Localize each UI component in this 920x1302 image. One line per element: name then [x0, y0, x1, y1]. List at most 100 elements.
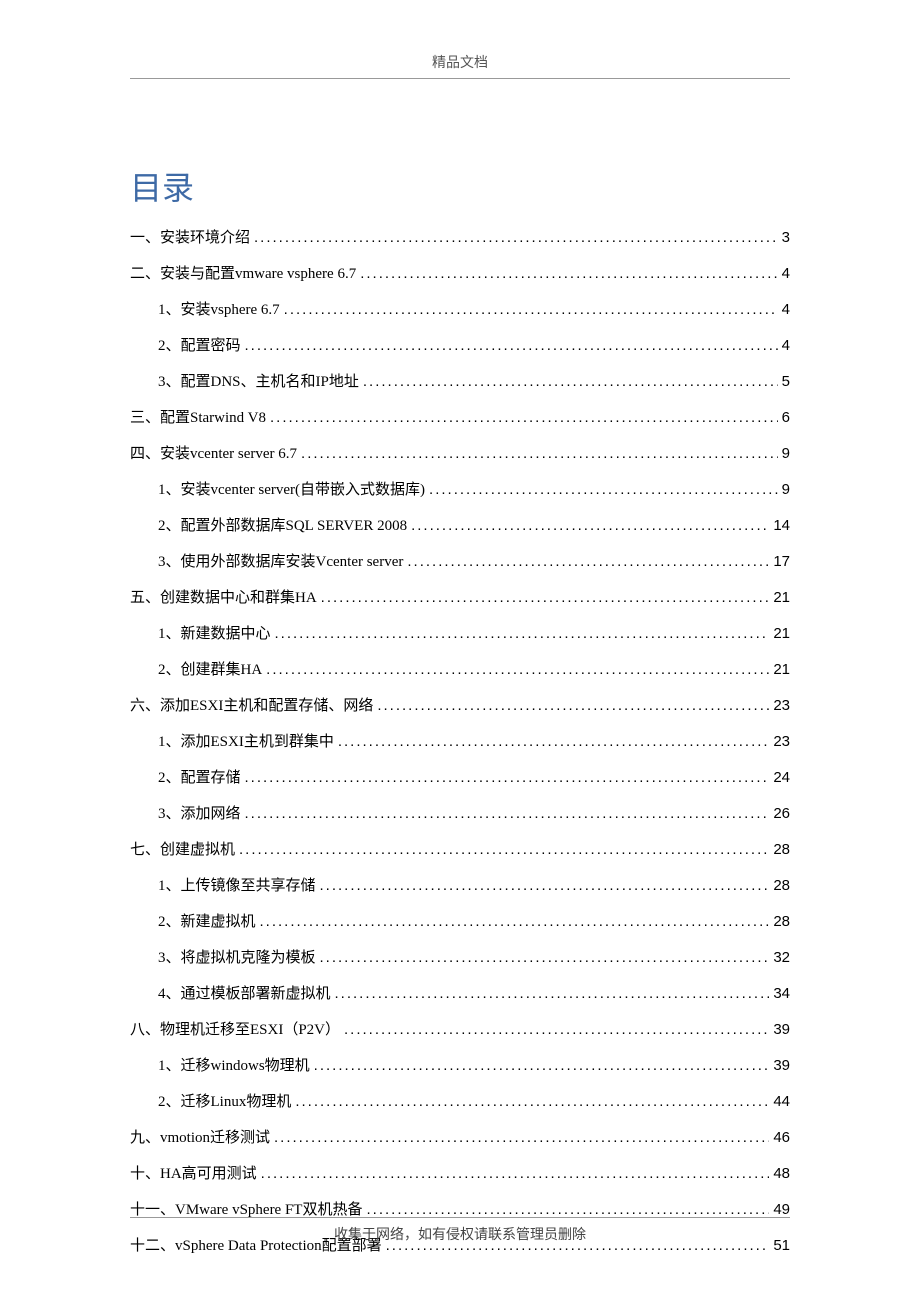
toc-leader-dots: [377, 695, 769, 716]
toc-entry-label: 1、安装vcenter server(自带嵌入式数据库): [158, 480, 425, 501]
toc-entry-page: 17: [773, 551, 790, 572]
page-footer: 收集于网络，如有侵权请联系管理员删除: [0, 1224, 920, 1244]
toc-leader-dots: [274, 1127, 769, 1148]
toc-entry-page: 32: [773, 947, 790, 968]
toc-entry-label: 二、安装与配置vmware vsphere 6.7: [130, 264, 356, 285]
toc-entry-label: 一、安装环境介绍: [130, 228, 250, 249]
toc-entry-page: 9: [782, 443, 790, 464]
toc-leader-dots: [301, 443, 778, 464]
toc-entry-label: 3、将虚拟机克隆为模板: [158, 948, 316, 969]
toc-entry-label: 十、HA高可用测试: [130, 1164, 257, 1185]
toc-entry[interactable]: 八、物理机迁移至ESXI（P2V） 39: [130, 1019, 790, 1041]
toc-entry-page: 28: [773, 911, 790, 932]
toc-entry[interactable]: 1、安装vcenter server(自带嵌入式数据库) 9: [130, 479, 790, 501]
toc-entry-page: 3: [782, 227, 790, 248]
toc-entry[interactable]: 五、创建数据中心和群集HA 21: [130, 587, 790, 609]
toc-entry-label: 1、添加ESXI主机到群集中: [158, 732, 334, 753]
toc-entry-label: 七、创建虚拟机: [130, 840, 235, 861]
toc-entry-page: 5: [782, 371, 790, 392]
toc-leader-dots: [338, 731, 769, 752]
toc-entry-page: 14: [773, 515, 790, 536]
toc-entry[interactable]: 三、配置Starwind V8 6: [130, 407, 790, 429]
toc-leader-dots: [270, 407, 778, 428]
toc-entry[interactable]: 1、新建数据中心 21: [130, 623, 790, 645]
toc-entry[interactable]: 2、新建虚拟机 28: [130, 911, 790, 933]
toc-leader-dots: [344, 1019, 769, 1040]
toc-entry-page: 9: [782, 479, 790, 500]
toc-entry-page: 48: [773, 1163, 790, 1184]
toc-entry-label: 3、添加网络: [158, 804, 241, 825]
toc-leader-dots: [411, 515, 769, 536]
toc-entry[interactable]: 1、迁移windows物理机 39: [130, 1055, 790, 1077]
toc-title: 目录: [130, 163, 790, 209]
toc-entry-page: 39: [773, 1055, 790, 1076]
toc-leader-dots: [321, 587, 770, 608]
toc-leader-dots: [245, 335, 778, 356]
toc-entry-label: 九、vmotion迁移测试: [130, 1128, 270, 1149]
toc-entry-label: 八、物理机迁移至ESXI（P2V）: [130, 1020, 340, 1041]
toc-leader-dots: [254, 227, 778, 248]
toc-entry-page: 21: [773, 587, 790, 608]
toc-leader-dots: [407, 551, 769, 572]
toc-entry-page: 4: [782, 299, 790, 320]
toc-entry[interactable]: 十、HA高可用测试 48: [130, 1163, 790, 1185]
toc-entry[interactable]: 2、迁移Linux物理机 44: [130, 1091, 790, 1113]
toc-entry-label: 1、迁移windows物理机: [158, 1056, 310, 1077]
toc-entry[interactable]: 1、上传镜像至共享存储 28: [130, 875, 790, 897]
toc-entry-label: 1、安装vsphere 6.7: [158, 300, 280, 321]
toc-leader-dots: [363, 371, 778, 392]
toc-entry[interactable]: 3、添加网络 26: [130, 803, 790, 825]
toc-leader-dots: [295, 1091, 769, 1112]
toc-entry[interactable]: 2、创建群集HA 21: [130, 659, 790, 681]
toc-entry-page: 6: [782, 407, 790, 428]
toc-entry[interactable]: 3、使用外部数据库安装Vcenter server17: [130, 551, 790, 573]
toc-entry[interactable]: 2、配置外部数据库SQL SERVER 2008 14: [130, 515, 790, 537]
toc-leader-dots: [245, 767, 770, 788]
toc-entry-page: 23: [773, 695, 790, 716]
toc-entry-label: 2、创建群集HA: [158, 660, 262, 681]
toc-leader-dots: [335, 983, 770, 1004]
toc-entry-page: 21: [773, 659, 790, 680]
toc-entry[interactable]: 六、添加ESXI主机和配置存储、网络 23: [130, 695, 790, 717]
toc-leader-dots: [360, 263, 777, 284]
toc-entry-page: 21: [773, 623, 790, 644]
page-header: 精品文档: [130, 0, 790, 79]
toc-entry-page: 46: [773, 1127, 790, 1148]
toc-entry-label: 1、新建数据中心: [158, 624, 271, 645]
toc-leader-dots: [239, 839, 769, 860]
toc-entry-label: 2、新建虚拟机: [158, 912, 256, 933]
toc-entry-label: 2、配置存储: [158, 768, 241, 789]
toc-leader-dots: [245, 803, 770, 824]
toc-entry-label: 2、配置密码: [158, 336, 241, 357]
toc-entry-page: 23: [773, 731, 790, 752]
toc-entry-page: 4: [782, 335, 790, 356]
toc-leader-dots: [320, 875, 770, 896]
toc-leader-dots: [284, 299, 778, 320]
toc-entry[interactable]: 3、配置DNS、主机名和IP地址 5: [130, 371, 790, 393]
toc-entry-page: 39: [773, 1019, 790, 1040]
toc-entry[interactable]: 4、通过模板部署新虚拟机 34: [130, 983, 790, 1005]
toc-entry[interactable]: 九、vmotion迁移测试 46: [130, 1127, 790, 1149]
toc-entry[interactable]: 1、添加ESXI主机到群集中 23: [130, 731, 790, 753]
toc-entry[interactable]: 3、将虚拟机克隆为模板 32: [130, 947, 790, 969]
toc-entry[interactable]: 二、安装与配置vmware vsphere 6.7 4: [130, 263, 790, 285]
toc-entry-page: 28: [773, 875, 790, 896]
toc-entry[interactable]: 1、安装vsphere 6.7 4: [130, 299, 790, 321]
toc-entry-label: 六、添加ESXI主机和配置存储、网络: [130, 696, 373, 717]
toc-entry-label: 四、安装vcenter server 6.7: [130, 444, 297, 465]
toc-leader-dots: [314, 1055, 770, 1076]
toc-entry-label: 4、通过模板部署新虚拟机: [158, 984, 331, 1005]
toc-entry[interactable]: 七、创建虚拟机 28: [130, 839, 790, 861]
toc-entry[interactable]: 2、配置密码 4: [130, 335, 790, 357]
toc-entry-page: 44: [773, 1091, 790, 1112]
toc-entry-page: 24: [773, 767, 790, 788]
toc-entry-label: 三、配置Starwind V8: [130, 408, 266, 429]
toc-entry-label: 3、配置DNS、主机名和IP地址: [158, 372, 359, 393]
toc-entry[interactable]: 2、配置存储 24: [130, 767, 790, 789]
toc-leader-dots: [275, 623, 770, 644]
toc-entry-label: 五、创建数据中心和群集HA: [130, 588, 317, 609]
footer-rule: [130, 1217, 790, 1218]
toc-entry[interactable]: 四、安装vcenter server 6.7 9: [130, 443, 790, 465]
toc-entry[interactable]: 一、安装环境介绍 3: [130, 227, 790, 249]
toc-entry-label: 2、迁移Linux物理机: [158, 1092, 291, 1113]
